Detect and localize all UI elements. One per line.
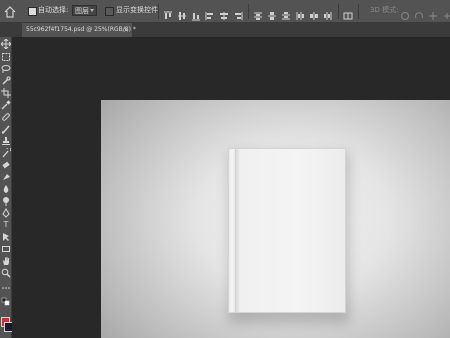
rotate-3d-icon[interactable]	[400, 6, 410, 20]
move-tool-icon[interactable]	[1, 39, 11, 49]
history-brush-tool-icon[interactable]	[1, 148, 11, 158]
distribute-bottom-icon[interactable]	[281, 6, 291, 20]
lasso-tool-icon[interactable]	[1, 64, 11, 74]
default-colors-icon[interactable]	[1, 297, 11, 307]
home-icon[interactable]	[2, 4, 18, 18]
quick-select-tool-icon[interactable]	[1, 76, 11, 86]
align-vcenter-icon[interactable]	[177, 6, 187, 20]
separator	[338, 4, 339, 19]
more-tools-icon[interactable]	[1, 283, 11, 293]
close-icon[interactable]: ×	[123, 23, 129, 37]
document-tab-title: 55c962f4f1754.psd @ 25%(RGB/8) *	[26, 26, 136, 33]
blur-tool-icon[interactable]	[1, 184, 11, 194]
rectangle-tool-icon[interactable]	[1, 244, 11, 254]
mode-3d-label: 3D 模式:	[370, 6, 399, 14]
chevron-down-icon	[90, 9, 94, 12]
options-bar: 自动选择: 图层 显示变换控件 3D 模式:	[0, 0, 450, 23]
roll-3d-icon[interactable]	[414, 6, 424, 19]
distribute-left-icon[interactable]	[295, 6, 305, 20]
tools-panel: T	[0, 37, 13, 338]
slide-3d-icon[interactable]	[442, 6, 450, 19]
distribute-vcenter-icon[interactable]	[267, 6, 277, 20]
separator	[158, 4, 159, 19]
distribute-right-icon[interactable]	[323, 6, 333, 20]
show-transform-checkbox[interactable]	[105, 7, 114, 16]
show-transform-label: 显示变换控件	[116, 6, 158, 14]
auto-select-dropdown[interactable]: 图层	[72, 5, 97, 16]
align-bottom-icon[interactable]	[191, 6, 201, 21]
auto-select-label: 自动选择:	[38, 6, 69, 14]
align-right-icon[interactable]	[233, 6, 243, 20]
healing-brush-tool-icon[interactable]	[1, 112, 11, 122]
zoom-tool-icon[interactable]	[1, 268, 11, 278]
brush-tool-icon[interactable]	[1, 124, 11, 134]
path-selection-tool-icon[interactable]	[1, 232, 11, 242]
document-workspace[interactable]	[12, 37, 450, 338]
gradient-tool-icon[interactable]	[1, 172, 11, 182]
auto-select-value: 图层	[75, 7, 89, 15]
book-mockup[interactable]	[228, 148, 346, 313]
document-tab-bar: 55c962f4f1754.psd @ 25%(RGB/8) * ×	[0, 23, 450, 37]
separator	[358, 4, 359, 19]
distribute-hcenter-icon[interactable]	[309, 6, 319, 20]
separator	[248, 4, 249, 19]
auto-align-icon[interactable]	[343, 6, 353, 20]
book-spine	[235, 149, 236, 312]
auto-select-checkbox[interactable]	[28, 7, 37, 16]
align-hcenter-icon[interactable]	[219, 6, 229, 20]
drag-3d-icon[interactable]	[428, 6, 438, 20]
eyedropper-tool-icon[interactable]	[1, 100, 11, 110]
canvas[interactable]	[101, 100, 450, 338]
crop-tool-icon[interactable]	[1, 88, 11, 98]
clone-stamp-tool-icon[interactable]	[1, 136, 11, 146]
distribute-top-icon[interactable]	[253, 6, 263, 20]
pen-tool-icon[interactable]	[1, 208, 11, 218]
type-tool-icon[interactable]: T	[1, 220, 11, 230]
align-top-icon[interactable]	[163, 6, 173, 19]
align-left-icon[interactable]	[205, 6, 215, 20]
eraser-tool-icon[interactable]	[1, 160, 11, 170]
marquee-tool-icon[interactable]	[1, 52, 11, 62]
hand-tool-icon[interactable]	[1, 256, 11, 266]
dodge-tool-icon[interactable]	[1, 196, 11, 206]
document-tab[interactable]: 55c962f4f1754.psd @ 25%(RGB/8) * ×	[22, 23, 136, 37]
